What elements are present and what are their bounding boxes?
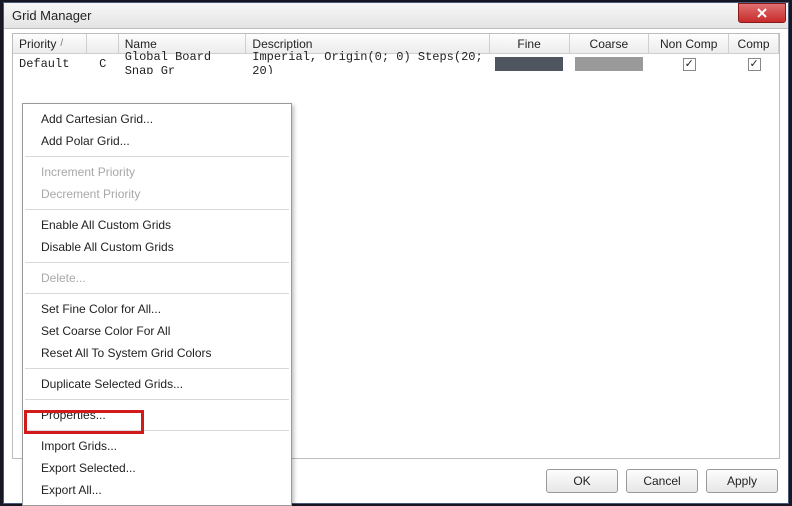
menu-decrement-priority: Decrement Priority [23,183,291,205]
cancel-button[interactable]: Cancel [626,469,698,493]
menu-separator [25,156,289,157]
context-menu: Add Cartesian Grid... Add Polar Grid... … [22,103,292,506]
menu-properties[interactable]: Properties... [23,404,291,426]
cell-description: Imperial, Origin(0; 0) Steps(20; 20) [246,54,489,74]
col-name[interactable]: Name [119,34,247,53]
menu-separator [25,430,289,431]
col-coarse[interactable]: Coarse [570,34,650,53]
menu-separator [25,368,289,369]
grid-manager-window: Grid Manager Priority/ Name Description … [3,2,789,504]
menu-enable-all[interactable]: Enable All Custom Grids [23,214,291,236]
col-priority[interactable]: Priority/ [13,34,87,53]
cell-mode: C [87,54,119,74]
table-header: Priority/ Name Description Fine Coarse N… [13,34,779,54]
apply-button[interactable]: Apply [706,469,778,493]
col-description[interactable]: Description [246,34,489,53]
titlebar[interactable]: Grid Manager [4,3,788,29]
button-bar: OK Cancel Apply [546,469,778,493]
col-blank[interactable] [87,34,119,53]
menu-export-selected[interactable]: Export Selected... [23,457,291,479]
cell-fine[interactable] [489,54,569,74]
menu-delete: Delete... [23,267,291,289]
ok-button[interactable]: OK [546,469,618,493]
col-noncomp[interactable]: Non Comp [649,34,729,53]
cell-coarse[interactable] [569,54,649,74]
menu-disable-all[interactable]: Disable All Custom Grids [23,236,291,258]
comp-checkbox[interactable]: ✓ [748,58,761,71]
menu-import[interactable]: Import Grids... [23,435,291,457]
menu-separator [25,293,289,294]
cell-name: Global Board Snap Gr [119,54,247,74]
window-title: Grid Manager [12,8,91,23]
sort-indicator-icon: / [60,38,63,49]
menu-separator [25,262,289,263]
menu-set-coarse-color[interactable]: Set Coarse Color For All [23,320,291,342]
fine-color-swatch [495,57,563,71]
cell-comp[interactable]: ✓ [729,54,779,74]
menu-add-cartesian[interactable]: Add Cartesian Grid... [23,108,291,130]
menu-duplicate[interactable]: Duplicate Selected Grids... [23,373,291,395]
menu-set-fine-color[interactable]: Set Fine Color for All... [23,298,291,320]
menu-separator [25,399,289,400]
menu-export-all[interactable]: Export All... [23,479,291,501]
close-button[interactable] [738,3,786,23]
table-row[interactable]: Default C Global Board Snap Gr Imperial,… [13,54,779,74]
menu-increment-priority: Increment Priority [23,161,291,183]
menu-separator [25,209,289,210]
noncomp-checkbox[interactable]: ✓ [683,58,696,71]
cell-noncomp[interactable]: ✓ [649,54,729,74]
cell-priority: Default [13,54,87,74]
menu-reset-colors[interactable]: Reset All To System Grid Colors [23,342,291,364]
coarse-color-swatch [575,57,643,71]
close-icon [757,8,767,18]
col-fine[interactable]: Fine [490,34,570,53]
col-comp[interactable]: Comp [729,34,779,53]
menu-add-polar[interactable]: Add Polar Grid... [23,130,291,152]
